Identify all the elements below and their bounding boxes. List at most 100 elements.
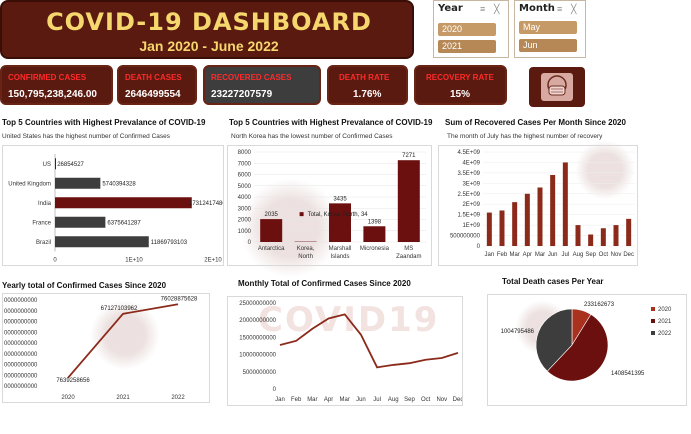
x-tick-label: 2020 [61, 395, 75, 401]
y-tick-label: 3E+09 [462, 181, 480, 187]
y-tick-label: 5000000000 [243, 370, 277, 376]
month-label: Mar [340, 397, 350, 403]
bar [55, 236, 149, 248]
kpi-value: 2646499554 [125, 89, 181, 100]
recovered-per-month-bar-chart: 0 500000000 1E+09 1.5E+09 2E+09 2.5E+09 3E+09 3… [438, 145, 638, 266]
bar [486, 212, 492, 246]
face-mask-tile [529, 67, 585, 107]
lowest5-countries-bar-chart: 0 1000 2000 3000 4000 5000 6000 7000 8000 2035 Ant… [227, 145, 432, 266]
y-tick-label: 2.5E+09 [457, 192, 480, 198]
y-tick-label: 3000 [238, 206, 252, 212]
top5-chart-subtitle: United States has the highest number of … [2, 133, 171, 140]
dashboard-subtitle: Jan 2020 - June 2022 [139, 38, 279, 54]
kpi-value: 1.76% [353, 89, 382, 100]
top5-chart-title: Top 5 Countries with Highest Prevalance … [2, 118, 206, 127]
bar [512, 202, 518, 246]
data-label: 26854527 [57, 162, 84, 168]
month-label: Sep [404, 397, 415, 403]
y-tick-label: 2E+09 [462, 202, 480, 208]
year-slicer-item[interactable]: 2020 [438, 23, 496, 36]
bar [55, 197, 192, 209]
month-label: Dec [623, 252, 634, 258]
month-slicer-label: Month [519, 3, 555, 14]
bar [588, 234, 594, 246]
y-tick-label: 3.5E+09 [457, 171, 480, 177]
category-label: France [32, 220, 51, 226]
month-label: Jul [561, 252, 569, 258]
legend-swatch [651, 307, 655, 311]
bar [575, 225, 581, 246]
bar [613, 225, 619, 246]
kpi-death-cases: DEATH CASES 2646499554 [117, 65, 197, 105]
kpi-value: 23227207579 [211, 89, 273, 100]
data-label: 17312417486 [189, 201, 224, 207]
x-tick-label: 0 [53, 258, 57, 264]
series-line [279, 313, 459, 369]
x-tick-label: 2021 [116, 395, 130, 401]
y-tick-label: 0 [248, 240, 252, 246]
y-tick-label: 7000 [238, 161, 252, 167]
category-label: Brazil [36, 240, 51, 246]
y-tick-label: 0000000000 [4, 309, 38, 315]
y-tick-label: 6000 [238, 173, 252, 179]
bar [550, 174, 556, 246]
y-tick-label: 0 [273, 387, 277, 393]
month-slicer[interactable]: Month ≡ ╳ May Jun [514, 0, 586, 58]
year-slicer[interactable]: Year ≡ ╳ 2020 2021 [433, 0, 509, 58]
kpi-death-rate: DEATH RATE 1.76% [327, 65, 408, 105]
year-slicer-item[interactable]: 2021 [438, 40, 496, 53]
bar [537, 187, 543, 246]
recovered-chart-subtitle: The month of July has the highest number… [447, 133, 603, 140]
category-label: United Kingdom [8, 181, 51, 187]
bar [363, 226, 386, 242]
monthly-chart-title: Monthly Total of Confirmed Cases Since 2… [238, 279, 411, 288]
category-label: US [43, 162, 51, 168]
y-tick-label: 10000000000 [239, 353, 276, 359]
lowest5-chart-subtitle: North Korea has the lowest number of Con… [231, 133, 393, 140]
month-label: Jul [373, 397, 381, 403]
month-label: Oct [421, 397, 431, 403]
multi-select-icon[interactable]: ≡ [480, 4, 485, 14]
y-tick-label: 20000000000 [239, 318, 276, 324]
year-slicer-label: Year [438, 3, 463, 14]
category-label: India [38, 201, 52, 207]
month-label: Dec [453, 397, 463, 403]
legend-swatch [651, 331, 655, 335]
month-label: Aug [388, 397, 399, 403]
y-tick-label: 4E+09 [462, 160, 480, 166]
kpi-recovery-rate: RECOVERY RATE 15% [414, 65, 507, 105]
kpi-label: DEATH CASES [125, 73, 182, 82]
month-label: Mar [509, 252, 519, 258]
month-label: Nov [611, 252, 622, 258]
lowest5-chart-title: Top 5 Countries with Highest Prevalance … [229, 118, 433, 127]
category-label: North [298, 254, 313, 260]
data-label: 5740394328 [102, 181, 136, 187]
category-label: Marshall [329, 246, 352, 252]
bar [600, 228, 606, 246]
dashboard-title: COVID-19 DASHBOARD [46, 8, 372, 36]
data-label: 6375641287 [107, 220, 141, 226]
month-label: Apr [324, 397, 333, 403]
kpi-label: CONFIRMED CASES [8, 73, 87, 82]
clear-filter-icon[interactable]: ╳ [494, 4, 499, 15]
top5-countries-bar-chart: US 26854527 United Kingdom 5740394328 India 1… [2, 145, 224, 266]
month-slicer-item[interactable]: May [519, 21, 577, 34]
month-slicer-item[interactable]: Jun [519, 39, 577, 52]
month-label: Sep [585, 252, 596, 258]
x-tick-label: 2E+10 [204, 258, 222, 264]
deaths-per-year-pie-chart: 233162673 1408541395 1004795486 2020 2021 202… [487, 294, 687, 406]
legend-label: 2020 [658, 307, 672, 313]
month-label: Aug [573, 252, 584, 258]
data-label: 1408541395 [611, 371, 645, 377]
y-tick-label: 4000 [238, 195, 252, 201]
y-tick-label: 1.5E+09 [457, 213, 480, 219]
clear-filter-icon[interactable]: ╳ [571, 4, 576, 15]
y-tick-label: 25000000000 [239, 301, 276, 307]
tooltip-text: Total, Korea, North, 34 [308, 212, 369, 218]
monthly-confirmed-line-chart: 0 5000000000 10000000000 15000000000 2000000… [227, 296, 463, 406]
month-label: Feb [497, 252, 508, 258]
y-tick-label: 0000000000 [4, 330, 38, 336]
bar [329, 203, 351, 242]
y-tick-label: 15000000000 [239, 335, 276, 341]
multi-select-icon[interactable]: ≡ [557, 4, 562, 14]
